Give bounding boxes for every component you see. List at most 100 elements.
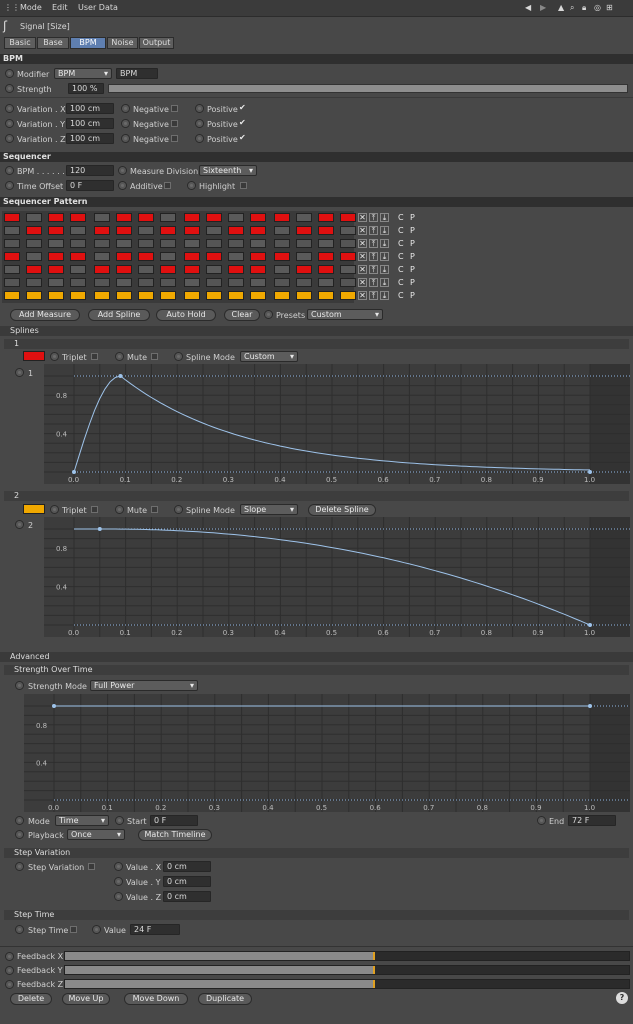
- sequencer-step[interactable]: [250, 265, 266, 274]
- sequencer-step[interactable]: [26, 291, 42, 300]
- variation-x-field[interactable]: 100 cm: [66, 103, 114, 114]
- sequencer-step[interactable]: [274, 265, 290, 274]
- shift-up-icon[interactable]: ⤒: [369, 252, 378, 261]
- clear-row-icon[interactable]: ✕: [358, 291, 367, 300]
- sequencer-step[interactable]: [206, 252, 222, 261]
- sequencer-step[interactable]: [48, 213, 64, 222]
- anim-dot[interactable]: [114, 877, 123, 886]
- anim-dot[interactable]: [264, 310, 273, 319]
- spline-1-color-swatch[interactable]: [23, 351, 45, 361]
- sequencer-step[interactable]: [206, 226, 222, 235]
- copy-row-button[interactable]: C: [398, 291, 404, 300]
- sequencer-step[interactable]: [160, 239, 176, 248]
- playback-dropdown[interactable]: Once: [67, 829, 125, 840]
- sequencer-step[interactable]: [206, 291, 222, 300]
- shift-down-icon[interactable]: ⤓: [380, 278, 389, 287]
- shift-down-icon[interactable]: ⤓: [380, 226, 389, 235]
- sequencer-step[interactable]: [4, 252, 20, 261]
- shift-up-icon[interactable]: ⤒: [369, 239, 378, 248]
- sequencer-step[interactable]: [296, 265, 312, 274]
- strength-slider[interactable]: [108, 84, 628, 93]
- sequencer-step[interactable]: [160, 278, 176, 287]
- sequencer-step[interactable]: [116, 265, 132, 274]
- variation-z-field[interactable]: 100 cm: [66, 133, 114, 144]
- sequencer-step[interactable]: [138, 252, 154, 261]
- sequencer-step[interactable]: [296, 226, 312, 235]
- tab-noise[interactable]: Noise: [107, 37, 138, 49]
- sequencer-step[interactable]: [250, 213, 266, 222]
- sequencer-step[interactable]: [274, 213, 290, 222]
- help-icon[interactable]: ?: [616, 992, 628, 1004]
- shift-down-icon[interactable]: ⤓: [380, 213, 389, 222]
- move-down-button[interactable]: Move Down: [124, 993, 188, 1005]
- tab-basic[interactable]: Basic: [4, 37, 36, 49]
- auto-hold-button[interactable]: Auto Hold: [156, 309, 216, 321]
- triplet-checkbox[interactable]: [91, 506, 98, 513]
- menu-mode[interactable]: Mode: [20, 3, 42, 12]
- spline-2-graph[interactable]: 0.0 0.1 0.2 0.3 0.4 0.5 0.6 0.7 0.8 0.9 1.0 0.8 0.4: [44, 517, 630, 637]
- anim-dot[interactable]: [5, 181, 14, 190]
- sequencer-step[interactable]: [184, 226, 200, 235]
- anim-dot[interactable]: [50, 352, 59, 361]
- sequencer-step[interactable]: [26, 226, 42, 235]
- negative-z-checkbox[interactable]: [171, 135, 178, 142]
- value-y-field[interactable]: 0 cm: [163, 876, 211, 887]
- sequencer-step[interactable]: [26, 213, 42, 222]
- sequencer-step[interactable]: [70, 252, 86, 261]
- sequencer-step[interactable]: [116, 239, 132, 248]
- anim-dot[interactable]: [115, 816, 124, 825]
- shift-down-icon[interactable]: ⤓: [380, 239, 389, 248]
- sequencer-step[interactable]: [26, 239, 42, 248]
- anim-dot[interactable]: [5, 69, 14, 78]
- sequencer-step[interactable]: [228, 278, 244, 287]
- sequencer-step[interactable]: [70, 291, 86, 300]
- paste-row-button[interactable]: P: [410, 213, 415, 222]
- anim-dot[interactable]: [195, 134, 204, 143]
- sequencer-step[interactable]: [340, 265, 356, 274]
- sequencer-step[interactable]: [340, 239, 356, 248]
- sequencer-step[interactable]: [94, 213, 110, 222]
- sequencer-step[interactable]: [340, 226, 356, 235]
- sequencer-step[interactable]: [318, 291, 334, 300]
- clear-row-icon[interactable]: ✕: [358, 239, 367, 248]
- mute-checkbox[interactable]: [151, 506, 158, 513]
- clear-row-icon[interactable]: ✕: [358, 278, 367, 287]
- anim-dot[interactable]: [15, 925, 24, 934]
- menu-user-data[interactable]: User Data: [78, 3, 118, 12]
- anim-dot[interactable]: [115, 352, 124, 361]
- anim-dot[interactable]: [174, 505, 183, 514]
- sequencer-step[interactable]: [160, 213, 176, 222]
- sequencer-step[interactable]: [296, 213, 312, 222]
- target-icon[interactable]: ◎: [594, 3, 601, 12]
- sequencer-step[interactable]: [94, 278, 110, 287]
- sequencer-step[interactable]: [250, 278, 266, 287]
- sequencer-step[interactable]: [184, 278, 200, 287]
- sequencer-step[interactable]: [274, 291, 290, 300]
- sequencer-step[interactable]: [94, 239, 110, 248]
- anim-dot[interactable]: [92, 925, 101, 934]
- strength-over-time-header[interactable]: Strength Over Time: [4, 665, 629, 675]
- sequencer-step[interactable]: [4, 226, 20, 235]
- search-icon[interactable]: ⌕: [570, 3, 574, 13]
- sequencer-step[interactable]: [4, 291, 20, 300]
- up-arrow-icon[interactable]: ▲: [558, 3, 564, 12]
- shift-up-icon[interactable]: ⤒: [369, 278, 378, 287]
- highlight-checkbox[interactable]: [240, 182, 247, 189]
- anim-dot[interactable]: [174, 352, 183, 361]
- sequencer-step[interactable]: [206, 265, 222, 274]
- sequencer-step[interactable]: [184, 213, 200, 222]
- anim-dot[interactable]: [15, 681, 24, 690]
- tab-output[interactable]: Output: [139, 37, 174, 49]
- copy-row-button[interactable]: C: [398, 226, 404, 235]
- sequencer-step[interactable]: [184, 265, 200, 274]
- anim-dot[interactable]: [15, 816, 24, 825]
- additive-checkbox[interactable]: [164, 182, 171, 189]
- paste-row-button[interactable]: P: [410, 278, 415, 287]
- sequencer-step[interactable]: [4, 239, 20, 248]
- sequencer-step[interactable]: [116, 252, 132, 261]
- copy-row-button[interactable]: C: [398, 213, 404, 222]
- sequencer-step[interactable]: [296, 239, 312, 248]
- clear-row-icon[interactable]: ✕: [358, 213, 367, 222]
- step-variation-header[interactable]: Step Variation: [4, 848, 629, 858]
- lock-icon[interactable]: 🔒︎: [582, 3, 586, 13]
